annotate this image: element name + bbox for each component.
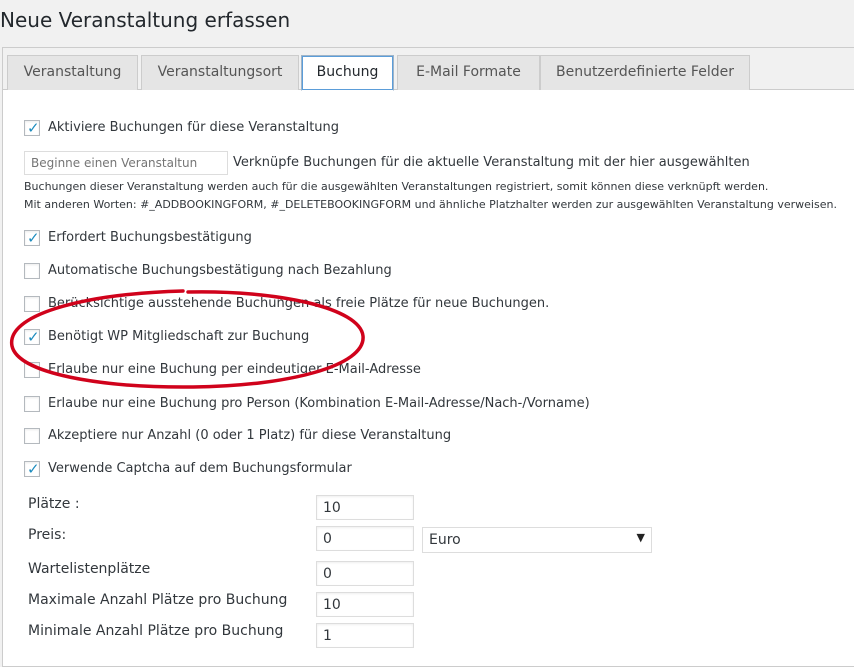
check-icon: ✓: [27, 460, 40, 478]
tab-buchung[interactable]: Buchung: [301, 55, 394, 91]
option-label: Erlaube nur eine Buchung per eindeutiger…: [48, 362, 421, 377]
activate-bookings-label: Aktiviere Buchungen für diese Veranstalt…: [48, 120, 340, 135]
option-checkbox-one-per-person[interactable]: [24, 396, 40, 412]
linked-event-input[interactable]: [24, 151, 228, 175]
option-label: Erlaube nur eine Buchung pro Person (Kom…: [48, 396, 590, 411]
linked-event-help-2: Mit anderen Worten: #_ADDBOOKINGFORM, #_…: [24, 198, 837, 211]
option-label: Verwende Captcha auf dem Buchungsformula…: [48, 461, 352, 476]
option-label: Akzeptiere nur Anzahl (0 oder 1 Platz) f…: [48, 428, 452, 443]
option-checkbox-wp-membership[interactable]: ✓: [24, 328, 40, 346]
linked-event-help-1: Buchungen dieser Veranstaltung werden au…: [24, 180, 769, 193]
seats-label: Plätze :: [28, 496, 80, 512]
option-checkbox-unique-email[interactable]: [24, 362, 40, 378]
option-label: Erfordert Buchungsbestätigung: [48, 230, 252, 245]
option-checkbox-auto-confirm[interactable]: [24, 263, 40, 279]
price-label: Preis:: [28, 527, 67, 543]
option-checkbox-single-seat[interactable]: [24, 428, 40, 444]
check-icon: ✓: [27, 328, 40, 346]
max-per-booking-input[interactable]: [316, 592, 414, 617]
tab-benutzerdefinierte-felder[interactable]: Benutzerdefinierte Felder: [540, 55, 750, 90]
option-checkbox-pending-free[interactable]: [24, 296, 40, 312]
page-title: Neue Veranstaltung erfassen: [0, 8, 291, 32]
max-per-booking-label: Maximale Anzahl Plätze pro Buchung: [28, 592, 288, 608]
linked-event-label: Verknüpfe Buchungen für die aktuelle Ver…: [233, 155, 750, 170]
price-input[interactable]: [316, 526, 414, 551]
option-checkbox-captcha[interactable]: ✓: [24, 460, 40, 478]
activate-bookings-checkbox[interactable]: ✓: [24, 119, 40, 137]
option-label: Benötigt WP Mitgliedschaft zur Buchung: [48, 329, 310, 344]
min-per-booking-label: Minimale Anzahl Plätze pro Buchung: [28, 623, 284, 639]
currency-select[interactable]: Euro ▼: [422, 527, 652, 553]
waitlist-label: Wartelistenplätze: [28, 561, 151, 577]
min-per-booking-input[interactable]: [316, 623, 414, 648]
check-icon: ✓: [27, 119, 40, 137]
tab-veranstaltungsort[interactable]: Veranstaltungsort: [141, 55, 299, 90]
option-label: Automatische Buchungsbestätigung nach Be…: [48, 263, 392, 278]
tab-bar: Veranstaltung Veranstaltungsort Buchung …: [3, 48, 854, 91]
seats-input[interactable]: [316, 495, 414, 520]
tab-email-formate[interactable]: E-Mail Formate: [397, 55, 540, 90]
tab-veranstaltung[interactable]: Veranstaltung: [7, 55, 138, 90]
currency-value: Euro: [429, 532, 461, 548]
option-checkbox-confirmation[interactable]: ✓: [24, 229, 40, 247]
dropdown-arrow-icon: ▼: [636, 531, 645, 544]
check-icon: ✓: [27, 229, 40, 247]
waitlist-input[interactable]: [316, 561, 414, 586]
option-label: Berücksichtige ausstehende Buchungen als…: [48, 296, 550, 311]
